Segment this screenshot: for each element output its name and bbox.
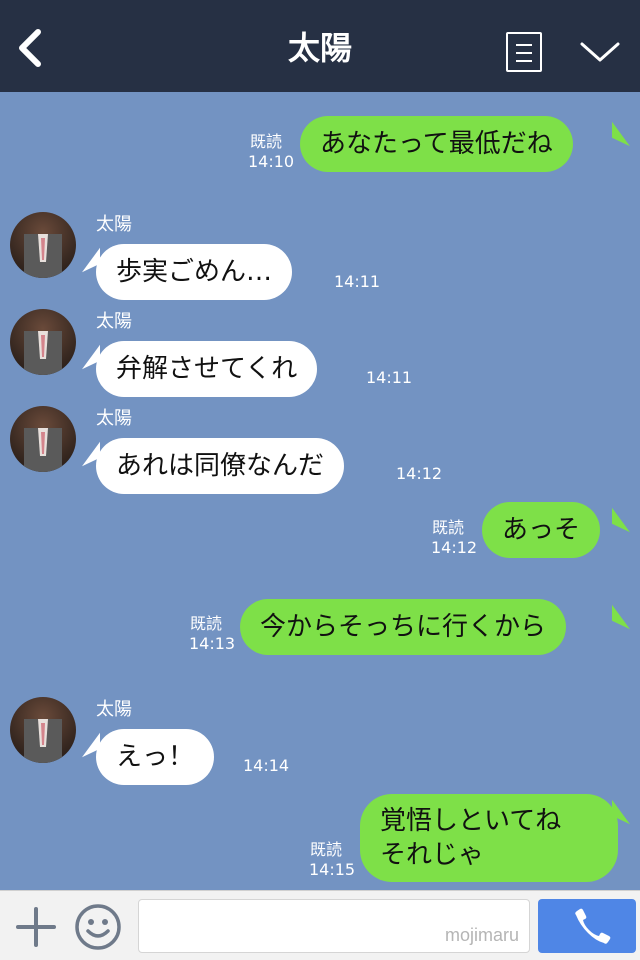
avatar[interactable] (10, 697, 76, 763)
menu-list-icon[interactable] (506, 32, 542, 72)
outgoing-message[interactable]: あっそ (482, 502, 601, 558)
back-button[interactable] (12, 26, 52, 70)
chevron-down-icon[interactable] (578, 36, 622, 66)
read-receipt: 既読 (310, 840, 343, 859)
outgoing-message[interactable]: 今からそっちに行くから (240, 599, 567, 655)
bubble-tail (612, 507, 630, 533)
chat-area[interactable]: 既読 14:10 あなたって最低だね 太陽 歩実ごめん… 14:11 太陽 弁解… (0, 92, 640, 890)
call-button[interactable] (538, 899, 636, 953)
read-receipt: 既読 (432, 518, 465, 537)
message-time: 14:11 (334, 272, 381, 291)
message-time: 14:11 (366, 368, 413, 387)
message-line: それじゃ (380, 840, 485, 870)
incoming-message[interactable]: 歩実ごめん… (96, 244, 293, 300)
outgoing-message[interactable]: 覚悟しといてね それじゃ (360, 794, 618, 882)
message-time: 14:14 (243, 756, 290, 775)
input-bar: mojimaru (0, 890, 640, 960)
outgoing-message[interactable]: あなたって最低だね (300, 116, 573, 172)
message-time: 14:10 (248, 152, 295, 171)
avatar[interactable] (10, 309, 76, 375)
sender-name: 太陽 (96, 311, 132, 332)
message-line: 覚悟しといてね (380, 806, 562, 836)
smiley-icon[interactable] (74, 903, 122, 951)
avatar[interactable] (10, 212, 76, 278)
message-time: 14:12 (431, 538, 478, 557)
message-time: 14:13 (189, 634, 236, 653)
read-receipt: 既読 (190, 614, 223, 633)
bubble-tail (612, 121, 630, 147)
incoming-message[interactable]: あれは同僚なんだ (96, 438, 345, 494)
chat-header: 太陽 (0, 0, 640, 92)
chevron-left-icon (19, 29, 41, 67)
message-time: 14:15 (309, 860, 356, 879)
read-receipt: 既読 (250, 132, 283, 151)
plus-icon[interactable] (14, 905, 58, 949)
sender-name: 太陽 (96, 408, 132, 429)
phone-icon (575, 908, 611, 944)
sender-name: 太陽 (96, 214, 132, 235)
watermark: mojimaru (444, 925, 519, 945)
message-time: 14:12 (396, 464, 443, 483)
avatar[interactable] (10, 406, 76, 472)
bubble-tail (612, 604, 630, 630)
message-input[interactable]: mojimaru (138, 899, 530, 953)
sender-name: 太陽 (96, 699, 132, 720)
chat-title: 太陽 (287, 29, 352, 67)
incoming-message[interactable]: 弁解させてくれ (96, 341, 318, 397)
incoming-message[interactable]: えっ！ (96, 729, 215, 785)
